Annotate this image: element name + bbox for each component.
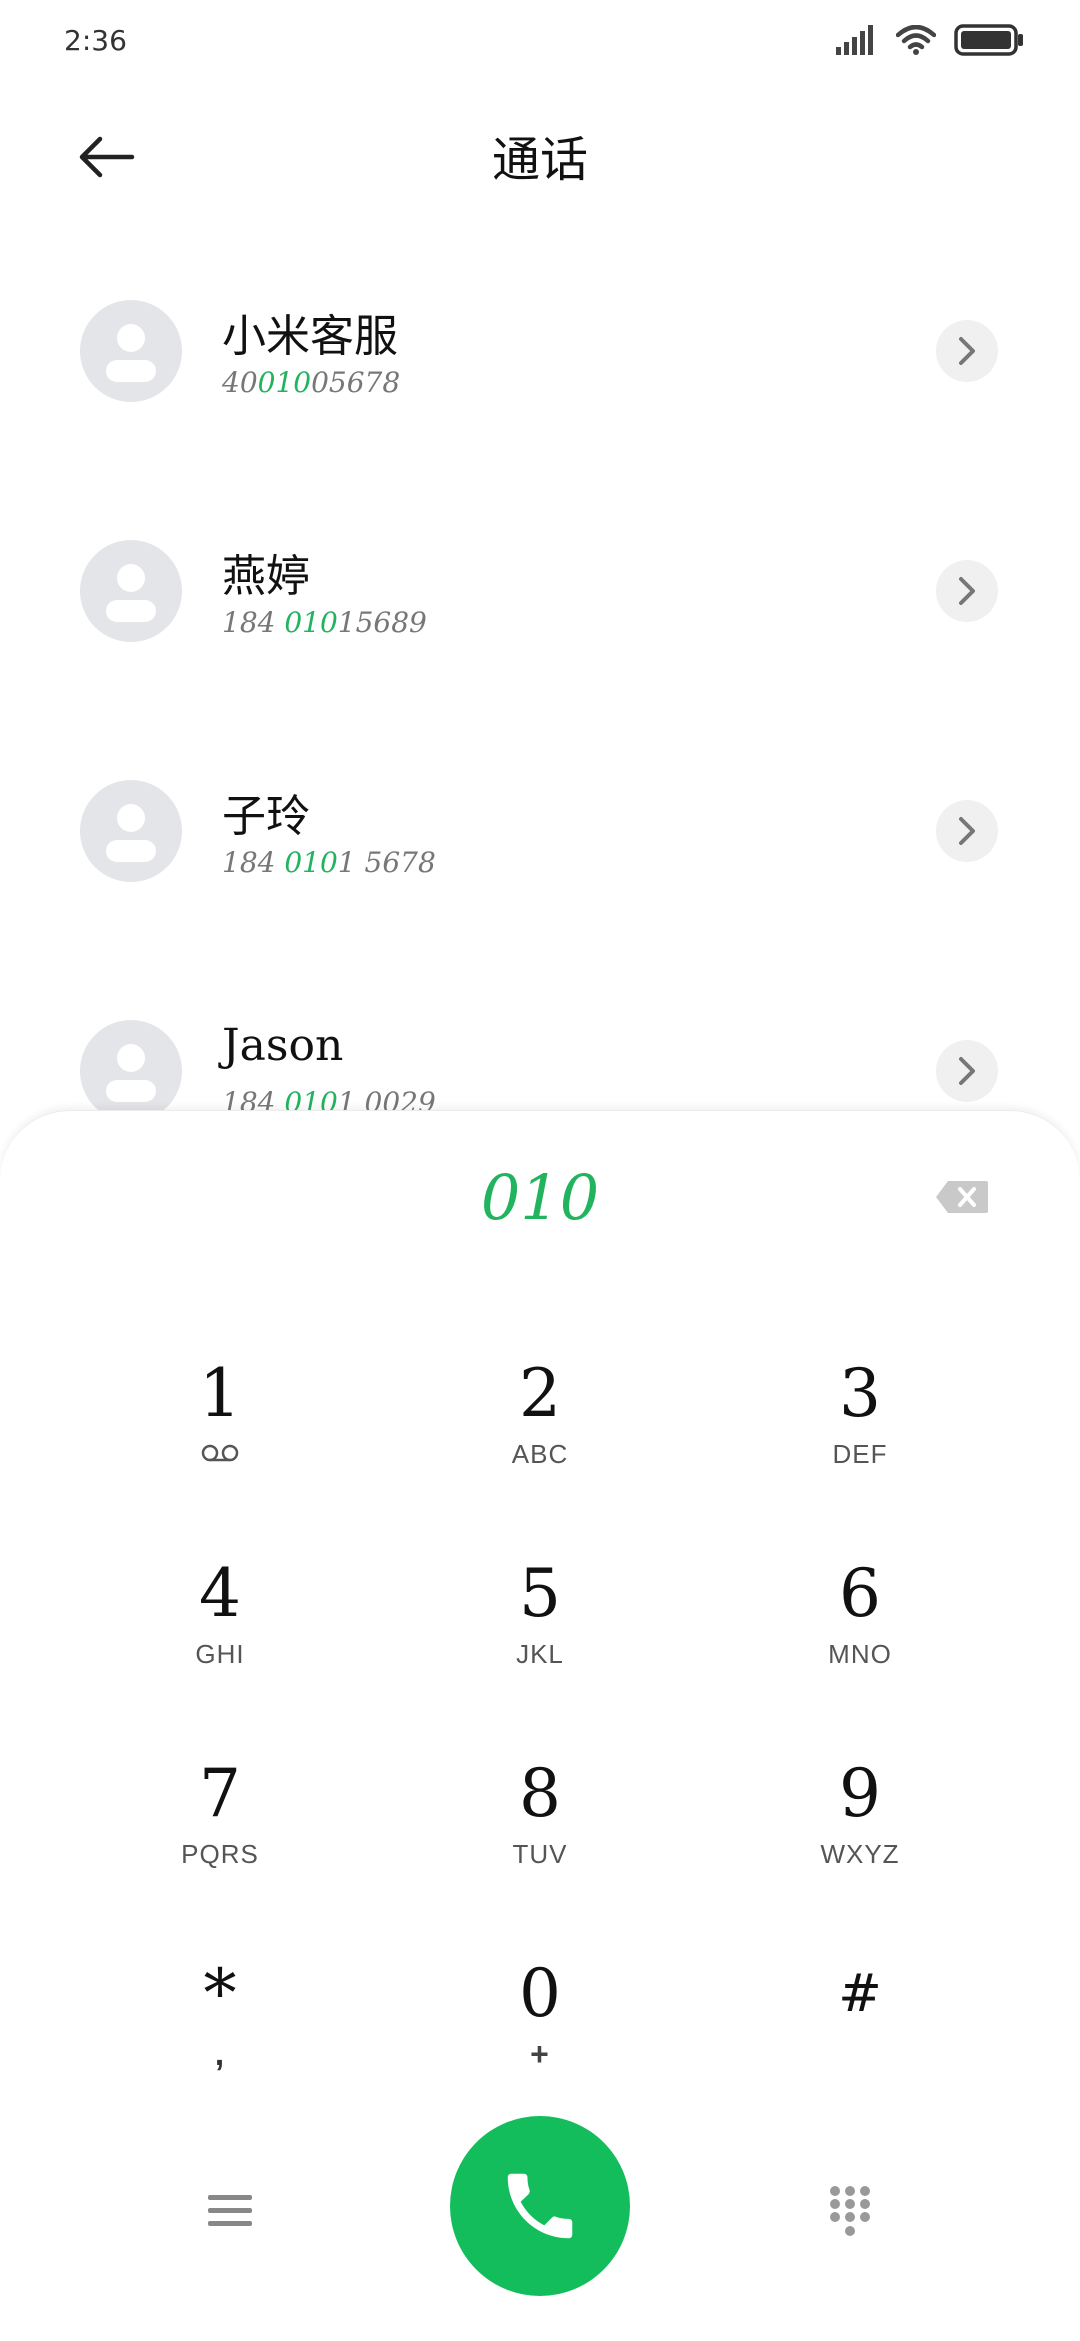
wifi-icon bbox=[895, 24, 937, 59]
key-digit: 9 bbox=[839, 1755, 881, 1832]
key-letters: , bbox=[214, 2035, 226, 2073]
key-digit: 1 bbox=[199, 1355, 241, 1432]
key-star[interactable]: * , bbox=[120, 1956, 320, 2106]
key-letters: MNO bbox=[828, 1639, 892, 1669]
number-suffix: 15689 bbox=[337, 606, 427, 639]
key-digit: * bbox=[203, 1955, 237, 2032]
number-match-highlight: 010 bbox=[284, 846, 338, 879]
person-icon bbox=[106, 1044, 156, 1102]
voicemail-icon bbox=[201, 1444, 239, 1462]
key-1[interactable]: 1 bbox=[120, 1356, 320, 1506]
status-bar: 2:36 bbox=[0, 0, 1080, 90]
dialpad-icon bbox=[830, 2186, 870, 2236]
key-letters: TUV bbox=[512, 1839, 568, 1869]
key-digit: 0 bbox=[519, 1955, 561, 2032]
number-prefix: 184 bbox=[222, 606, 285, 639]
number-match-highlight: 010 bbox=[257, 366, 312, 399]
key-8[interactable]: 8 TUV bbox=[440, 1756, 640, 1906]
key-7[interactable]: 7 PQRS bbox=[120, 1756, 320, 1906]
contact-detail-button[interactable] bbox=[936, 560, 998, 622]
key-digit: 5 bbox=[519, 1555, 561, 1632]
status-time: 2:36 bbox=[64, 24, 127, 57]
menu-button[interactable] bbox=[190, 2171, 270, 2251]
signal-icon bbox=[836, 25, 878, 59]
contact-row[interactable]: 燕婷 184 01015689 bbox=[0, 510, 1080, 670]
person-icon bbox=[106, 324, 156, 382]
keypad-toggle-button[interactable] bbox=[810, 2166, 890, 2256]
person-icon bbox=[106, 804, 156, 862]
key-hash[interactable]: # bbox=[760, 1956, 960, 2106]
phone-icon bbox=[507, 2173, 573, 2239]
chevron-right-icon bbox=[959, 817, 975, 845]
key-digit: # bbox=[838, 1964, 882, 2024]
contact-number: 184 01015689 bbox=[222, 606, 427, 639]
key-digit: 6 bbox=[839, 1555, 881, 1632]
chevron-right-icon bbox=[959, 337, 975, 365]
contact-row[interactable]: 小米客服 4001005678 bbox=[0, 270, 1080, 430]
key-letters: ABC bbox=[511, 1439, 569, 1469]
backspace-icon bbox=[936, 1181, 988, 1213]
person-icon bbox=[106, 564, 156, 622]
page-title: 通话 bbox=[491, 132, 588, 188]
contact-name: Jason bbox=[222, 1020, 344, 1071]
avatar bbox=[80, 540, 182, 642]
key-letters: + bbox=[530, 2036, 550, 2072]
key-6[interactable]: 6 MNO bbox=[760, 1556, 960, 1706]
key-digit: 3 bbox=[839, 1355, 881, 1432]
key-digit: 2 bbox=[519, 1355, 561, 1432]
number-suffix: 05678 bbox=[311, 366, 401, 399]
contact-name: 子玲 bbox=[222, 791, 310, 842]
contact-detail-button[interactable] bbox=[936, 800, 998, 862]
key-digit: 8 bbox=[519, 1755, 561, 1832]
avatar bbox=[80, 1020, 182, 1122]
avatar bbox=[80, 300, 182, 402]
contact-name: 燕婷 bbox=[222, 551, 310, 602]
menu-icon bbox=[208, 2195, 252, 2226]
status-icons bbox=[836, 24, 1024, 60]
call-button[interactable] bbox=[450, 2116, 630, 2296]
battery-icon bbox=[954, 24, 1024, 60]
number-prefix: 40 bbox=[222, 366, 258, 399]
key-digit: 7 bbox=[199, 1755, 241, 1832]
contact-name: 小米客服 bbox=[222, 311, 398, 362]
contact-row[interactable]: 子玲 184 0101 5678 bbox=[0, 750, 1080, 910]
key-letters: PQRS bbox=[181, 1839, 259, 1869]
key-letters bbox=[760, 2038, 960, 2070]
number-suffix: 1 5678 bbox=[337, 846, 436, 879]
key-9[interactable]: 9 WXYZ bbox=[760, 1756, 960, 1906]
delete-button[interactable] bbox=[932, 1175, 992, 1219]
contact-detail-button[interactable] bbox=[936, 1040, 998, 1102]
key-letters: JKL bbox=[516, 1639, 564, 1669]
header: 通话 bbox=[0, 110, 1080, 200]
key-4[interactable]: 4 GHI bbox=[120, 1556, 320, 1706]
dialpad-sheet: 010 1 2 ABC 3 DEF 4 GHI 5 JKL 6 MNO 7 PQ… bbox=[0, 1110, 1080, 2341]
number-match-highlight: 010 bbox=[284, 606, 338, 639]
key-0[interactable]: 0 + bbox=[440, 1956, 640, 2106]
key-2[interactable]: 2 ABC bbox=[440, 1356, 640, 1506]
contact-number: 4001005678 bbox=[222, 366, 400, 399]
key-5[interactable]: 5 JKL bbox=[440, 1556, 640, 1706]
dialed-number-display: 010 bbox=[480, 1161, 600, 1234]
key-letters: DEF bbox=[832, 1439, 888, 1469]
chevron-right-icon bbox=[959, 577, 975, 605]
key-letters: GHI bbox=[195, 1639, 245, 1669]
avatar bbox=[80, 780, 182, 882]
key-digit: 4 bbox=[199, 1555, 241, 1632]
key-3[interactable]: 3 DEF bbox=[760, 1356, 960, 1506]
number-prefix: 184 bbox=[222, 846, 285, 879]
key-letters bbox=[120, 1438, 320, 1470]
chevron-right-icon bbox=[959, 1057, 975, 1085]
key-letters: WXYZ bbox=[820, 1839, 900, 1869]
bottom-action-bar bbox=[0, 2111, 1080, 2311]
contact-detail-button[interactable] bbox=[936, 320, 998, 382]
contact-number: 184 0101 5678 bbox=[222, 846, 436, 879]
